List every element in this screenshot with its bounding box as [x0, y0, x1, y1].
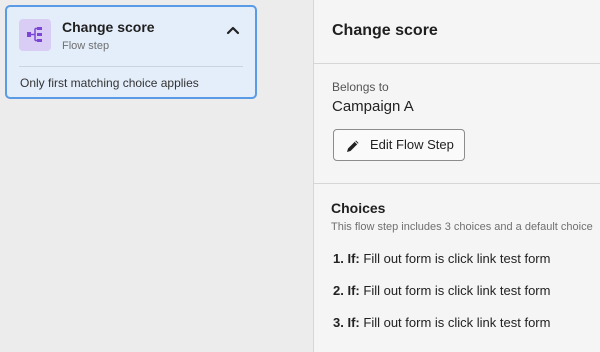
- belongs-to-value: Campaign A: [332, 98, 414, 115]
- choice-text: Fill out form is click link test form: [363, 283, 551, 298]
- choices-title: Choices: [331, 200, 386, 216]
- choice-keyword: If:: [347, 283, 360, 298]
- belongs-to-label: Belongs to: [332, 80, 389, 94]
- choice-text: Fill out form is click link test form: [363, 251, 551, 266]
- choice-item: 1. If: Fill out form is click link test …: [333, 251, 550, 266]
- edit-flow-step-button[interactable]: Edit Flow Step: [333, 129, 465, 161]
- card-subtitle: Flow step: [62, 40, 110, 52]
- choice-item: 2. If: Fill out form is click link test …: [333, 283, 550, 298]
- choice-number: 2.: [333, 283, 344, 298]
- panel-header: Change score: [314, 0, 600, 64]
- flow-step-card[interactable]: Change score Flow step Only first matchi…: [5, 5, 257, 99]
- choice-keyword: If:: [347, 315, 360, 330]
- card-title: Change score: [62, 19, 155, 35]
- card-note: Only first matching choice applies: [20, 76, 199, 90]
- choice-number: 3.: [333, 315, 344, 330]
- edit-flow-step-label: Edit Flow Step: [370, 137, 454, 152]
- panel-title: Change score: [332, 22, 438, 39]
- section-divider: [314, 183, 600, 184]
- chevron-up-icon[interactable]: [225, 23, 241, 37]
- detail-panel: Change score Belongs to Campaign A Edit …: [313, 0, 600, 352]
- choices-description: This flow step includes 3 choices and a …: [331, 221, 593, 233]
- card-divider: [19, 66, 243, 67]
- choice-number: 1.: [333, 251, 344, 266]
- choice-item: 3. If: Fill out form is click link test …: [333, 315, 550, 330]
- flow-branch-icon: [19, 19, 51, 51]
- pencil-icon: [347, 140, 359, 152]
- choice-keyword: If:: [347, 251, 360, 266]
- choice-text: Fill out form is click link test form: [363, 315, 551, 330]
